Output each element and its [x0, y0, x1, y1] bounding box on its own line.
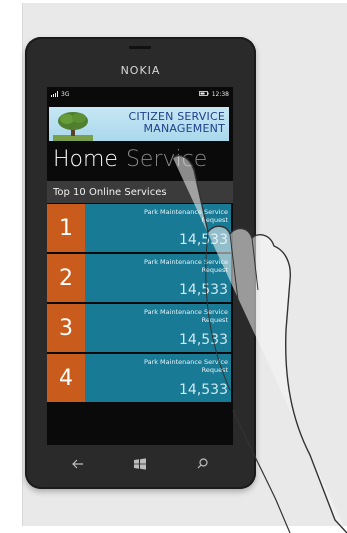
rank-tile: 3 [47, 304, 85, 352]
service-info: Park Maintenance Service Request 14,533 [85, 304, 231, 352]
navigation-bar [47, 452, 233, 478]
status-bar: 3G 12:38 [47, 87, 233, 101]
rank-tile: 1 [47, 204, 85, 252]
service-info: Park Maintenance Service Request 14,533 [85, 254, 231, 302]
clock: 12:38 [211, 90, 229, 98]
battery-icon [198, 90, 209, 98]
search-icon[interactable] [192, 458, 212, 472]
phone-device: NOKIA 3G 12:38 CITIZEN SERVICE MANAGEMEN [25, 37, 256, 489]
service-count: 14,533 [179, 282, 228, 298]
service-count: 14,533 [179, 232, 228, 248]
service-count: 14,533 [179, 332, 228, 348]
rank-tile: 2 [47, 254, 85, 302]
network-type: 3G [61, 90, 70, 98]
service-name: Park Maintenance Service Request [143, 308, 228, 324]
phone-screen: 3G 12:38 CITIZEN SERVICE MANAGEMENT Home… [47, 87, 233, 445]
windows-icon[interactable] [130, 457, 150, 473]
pivot-item-service[interactable]: Service [126, 147, 207, 172]
list-item[interactable]: 3 Park Maintenance Service Request 14,53… [47, 304, 233, 352]
service-name: Park Maintenance Service Request [143, 258, 228, 274]
service-name: Park Maintenance Service Request [143, 358, 228, 374]
list-item[interactable]: 2 Park Maintenance Service Request 14,53… [47, 254, 233, 302]
back-icon[interactable] [68, 459, 88, 472]
banner-title: CITIZEN SERVICE MANAGEMENT [129, 111, 225, 135]
service-name: Park Maintenance Service Request [143, 208, 228, 224]
app-banner: CITIZEN SERVICE MANAGEMENT [49, 107, 229, 141]
list-item[interactable]: 4 Park Maintenance Service Request 14,53… [47, 354, 233, 402]
service-info: Park Maintenance Service Request 14,533 [85, 204, 231, 252]
pivot-header[interactable]: Home Service [53, 147, 207, 172]
rank-tile: 4 [47, 354, 85, 402]
services-list: 1 Park Maintenance Service Request 14,53… [47, 204, 233, 404]
tree-icon [53, 112, 93, 141]
pivot-item-home[interactable]: Home [53, 147, 118, 172]
brand-label: NOKIA [120, 64, 161, 77]
section-title: Top 10 Online Services [47, 181, 233, 203]
list-item[interactable]: 1 Park Maintenance Service Request 14,53… [47, 204, 233, 252]
service-info: Park Maintenance Service Request 14,533 [85, 354, 231, 402]
speaker-grille [129, 46, 151, 49]
banner-line-2: MANAGEMENT [143, 122, 225, 135]
signal-icon [51, 91, 58, 97]
service-count: 14,533 [179, 382, 228, 398]
